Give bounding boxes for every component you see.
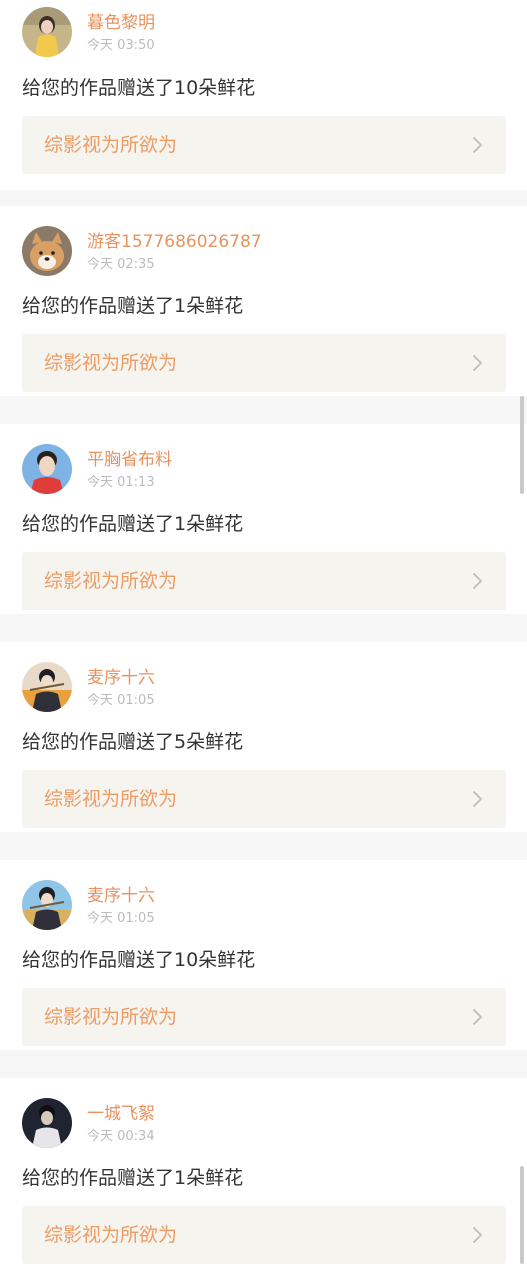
username[interactable]: 一城飞絮 — [87, 1103, 155, 1125]
notification-card: 游客1577686026787 今天 02:35 给您的作品赠送了1朵鲜花 综影… — [0, 206, 527, 396]
gift-message: 给您的作品赠送了10朵鲜花 — [22, 77, 256, 99]
avatar[interactable] — [22, 444, 72, 494]
gift-message: 给您的作品赠送了1朵鲜花 — [22, 295, 244, 317]
timestamp: 今天 00:34 — [87, 1129, 155, 1144]
gift-message: 给您的作品赠送了5朵鲜花 — [22, 731, 244, 753]
avatar[interactable] — [22, 7, 72, 57]
timestamp: 今天 01:13 — [87, 475, 155, 490]
chevron-right-icon — [473, 1227, 482, 1243]
work-title: 综影视为所欲为 — [44, 1224, 178, 1246]
username[interactable]: 暮色黎明 — [87, 12, 155, 34]
work-title: 综影视为所欲为 — [44, 1006, 178, 1028]
gift-message: 给您的作品赠送了1朵鲜花 — [22, 513, 244, 535]
scrollbar-thumb[interactable] — [520, 396, 524, 494]
username[interactable]: 平胸省布料 — [87, 449, 172, 471]
username[interactable]: 麦序十六 — [87, 885, 155, 907]
avatar[interactable] — [22, 1098, 72, 1148]
work-link[interactable]: 综影视为所欲为 — [22, 1206, 506, 1264]
avatar[interactable] — [22, 880, 72, 930]
gift-message: 给您的作品赠送了10朵鲜花 — [22, 949, 256, 971]
notification-card: 暮色黎明 今天 03:50 给您的作品赠送了10朵鲜花 综影视为所欲为 — [0, 0, 527, 190]
work-link[interactable]: 综影视为所欲为 — [22, 334, 506, 392]
avatar-yellow-dress-icon — [22, 7, 72, 57]
avatar-red-shirt-man-icon — [22, 444, 72, 494]
avatar-flute-player-icon — [22, 880, 72, 930]
avatar-shiba-dog-icon — [22, 226, 72, 276]
timestamp: 今天 02:35 — [87, 257, 155, 272]
notification-card: 一城飞絮 今天 00:34 给您的作品赠送了1朵鲜花 综影视为所欲为 — [0, 1078, 527, 1280]
chevron-right-icon — [473, 137, 482, 153]
work-title: 综影视为所欲为 — [44, 788, 178, 810]
work-link[interactable]: 综影视为所欲为 — [22, 552, 506, 610]
username[interactable]: 游客1577686026787 — [87, 231, 262, 253]
avatar[interactable] — [22, 226, 72, 276]
username[interactable]: 麦序十六 — [87, 667, 155, 689]
work-title: 综影视为所欲为 — [44, 134, 178, 156]
work-link[interactable]: 综影视为所欲为 — [22, 988, 506, 1046]
work-link[interactable]: 综影视为所欲为 — [22, 770, 506, 828]
timestamp: 今天 01:05 — [87, 693, 155, 708]
work-link[interactable]: 综影视为所欲为 — [22, 116, 506, 174]
chevron-right-icon — [473, 573, 482, 589]
notification-feed: 暮色黎明 今天 03:50 给您的作品赠送了10朵鲜花 综影视为所欲为 游客15… — [0, 0, 527, 1280]
work-title: 综影视为所欲为 — [44, 352, 178, 374]
avatar[interactable] — [22, 662, 72, 712]
avatar-white-robe-icon — [22, 1098, 72, 1148]
chevron-right-icon — [473, 355, 482, 371]
notification-card: 平胸省布料 今天 01:13 给您的作品赠送了1朵鲜花 综影视为所欲为 — [0, 424, 527, 614]
notification-card: 麦序十六 今天 01:05 给您的作品赠送了5朵鲜花 综影视为所欲为 — [0, 642, 527, 832]
gift-message: 给您的作品赠送了1朵鲜花 — [22, 1167, 244, 1189]
work-title: 综影视为所欲为 — [44, 570, 178, 592]
notification-card: 麦序十六 今天 01:05 给您的作品赠送了10朵鲜花 综影视为所欲为 — [0, 860, 527, 1050]
timestamp: 今天 03:50 — [87, 38, 155, 53]
chevron-right-icon — [473, 791, 482, 807]
avatar-flute-player-icon — [22, 662, 72, 712]
scrollbar-thumb[interactable] — [520, 1166, 524, 1264]
timestamp: 今天 01:05 — [87, 911, 155, 926]
chevron-right-icon — [473, 1009, 482, 1025]
